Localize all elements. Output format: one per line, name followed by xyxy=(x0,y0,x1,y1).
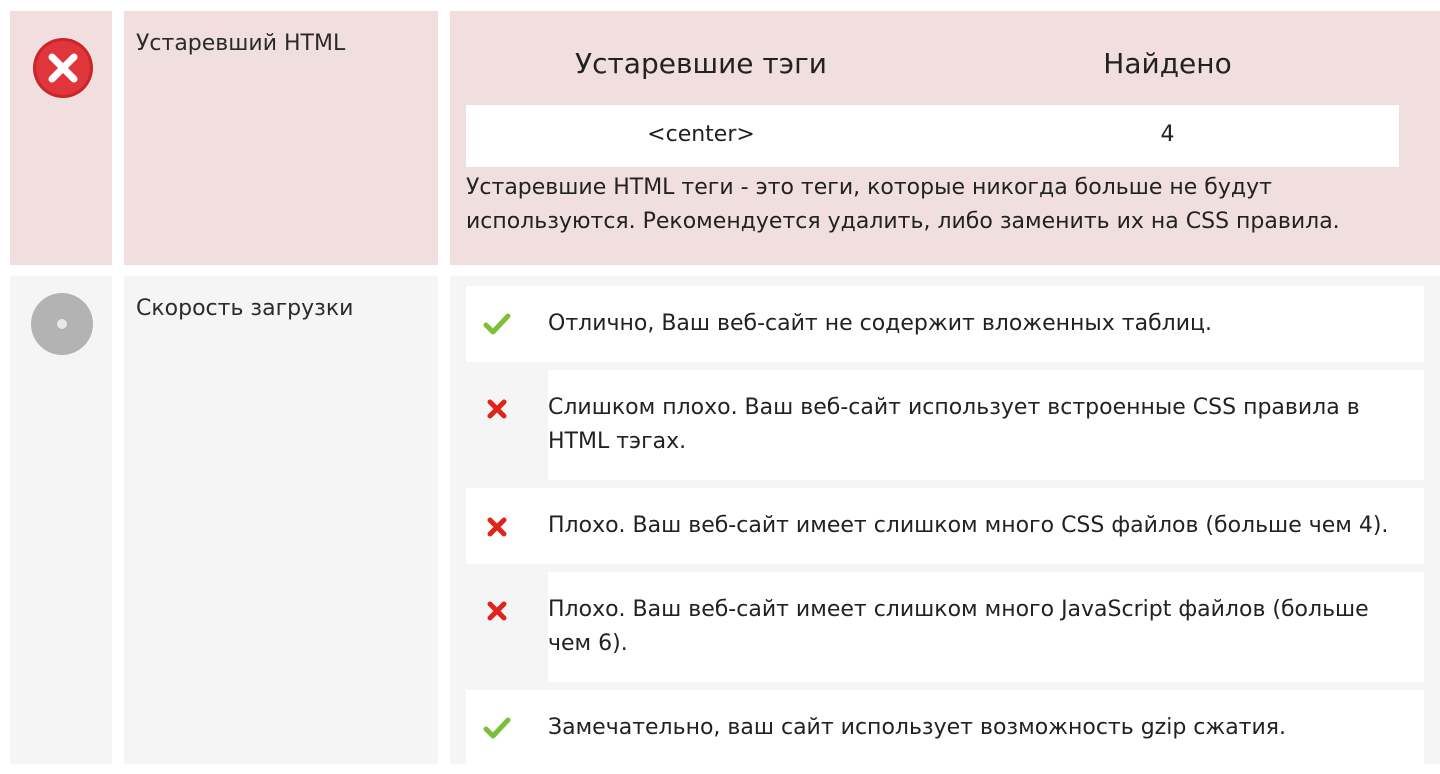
cross-icon xyxy=(487,601,507,621)
table-header: Устаревшие тэги Найдено xyxy=(466,25,1399,105)
status-cell xyxy=(10,11,112,265)
neutral-circle-icon xyxy=(31,293,93,355)
error-x-icon xyxy=(33,38,93,98)
speed-checklist: Отлично, Ваш веб-сайт не содержит вложен… xyxy=(466,286,1424,774)
deprecated-tags-table: Устаревшие тэги Найдено <center> 4 xyxy=(466,25,1399,167)
deprecated-html-row: Устаревший HTML Устаревшие тэги Найдено … xyxy=(0,11,1440,265)
item-text: Отлично, Ваш веб-сайт не содержит вложен… xyxy=(548,311,1212,336)
load-speed-row: Скорость загрузки Отлично, Ваш веб-сайт … xyxy=(0,276,1440,766)
section-description: Устаревшие HTML теги - это теги, которые… xyxy=(466,175,1340,234)
tag-cell: <center> xyxy=(647,122,755,147)
check-icon xyxy=(483,717,511,739)
cross-icon xyxy=(487,517,507,537)
status-cell xyxy=(10,276,112,764)
section-label: Скорость загрузки xyxy=(136,296,354,321)
item-text: Слишком плохо. Ваш веб-сайт использует в… xyxy=(548,370,1424,480)
cross-icon xyxy=(487,399,507,419)
table-row: <center> 4 xyxy=(466,105,1399,167)
item-text: Плохо. Ваш веб-сайт имеет слишком много … xyxy=(548,513,1389,538)
list-item: Замечательно, ваш сайт использует возмож… xyxy=(466,690,1424,766)
check-icon xyxy=(483,313,511,335)
list-item: Слишком плохо. Ваш веб-сайт использует в… xyxy=(466,370,1424,480)
list-item: Отлично, Ваш веб-сайт не содержит вложен… xyxy=(466,286,1424,362)
column-header-tags: Устаревшие тэги xyxy=(575,47,827,80)
count-cell: 4 xyxy=(1160,122,1175,147)
item-text: Замечательно, ваш сайт использует возмож… xyxy=(548,715,1287,740)
list-item: Плохо. Ваш веб-сайт имеет слишком много … xyxy=(466,572,1424,682)
item-text: Плохо. Ваш веб-сайт имеет слишком много … xyxy=(548,572,1424,682)
label-cell: Устаревший HTML xyxy=(124,11,438,265)
content-cell: Устаревшие тэги Найдено <center> 4 Устар… xyxy=(450,11,1440,265)
content-cell: Отлично, Ваш веб-сайт не содержит вложен… xyxy=(450,276,1440,766)
column-header-found: Найдено xyxy=(1103,47,1232,80)
list-item: Плохо. Ваш веб-сайт имеет слишком много … xyxy=(466,488,1424,564)
section-label: Устаревший HTML xyxy=(136,31,346,56)
label-cell: Скорость загрузки xyxy=(124,276,438,764)
